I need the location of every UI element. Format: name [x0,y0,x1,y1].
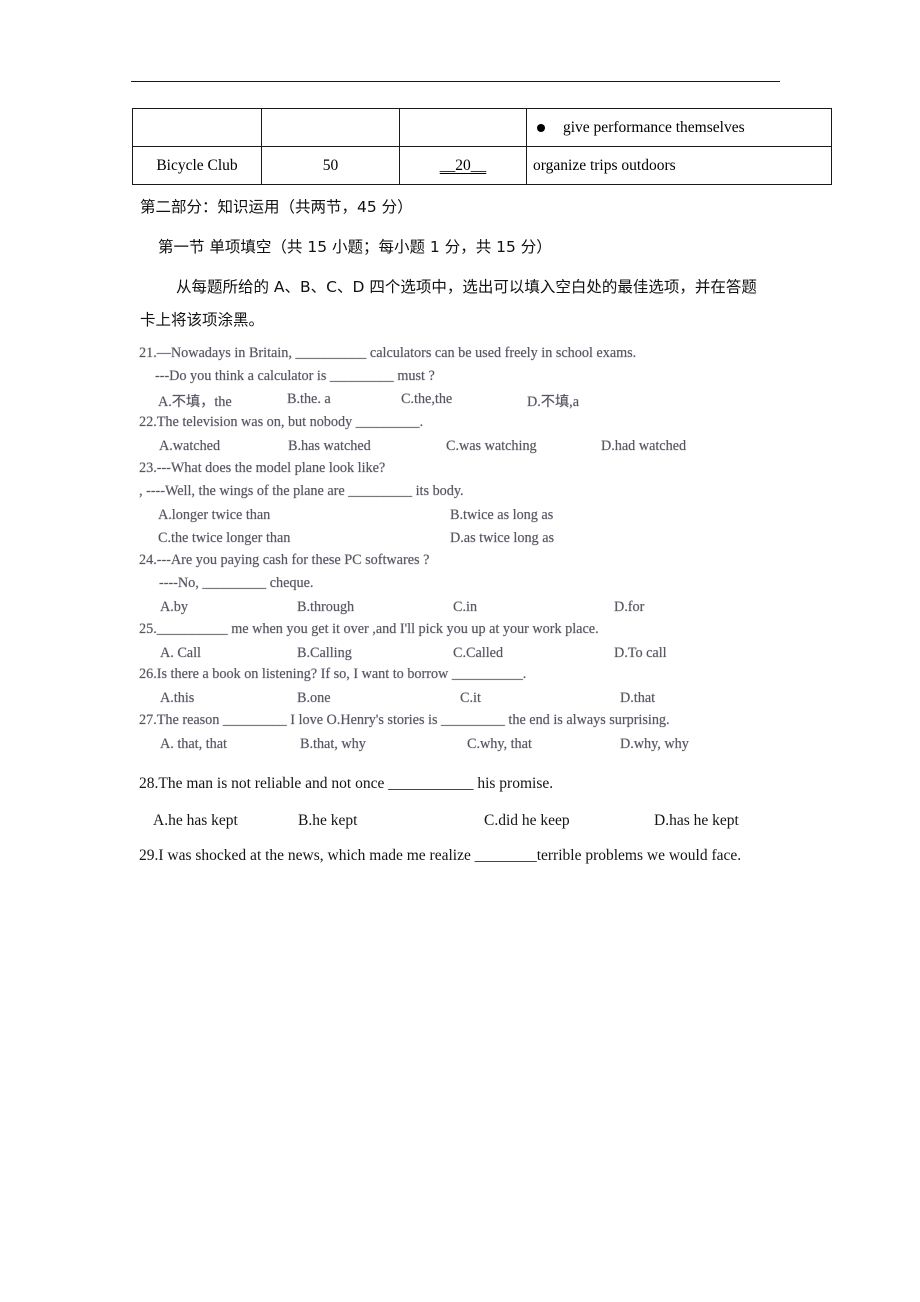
cell-activity: organize trips outdoors [526,146,832,185]
fee-blank-value: __20__ [439,156,487,174]
bullet-icon [537,123,545,132]
table-row: give performance themselves [132,108,832,147]
question-23-option-c[interactable]: C.the twice longer than [158,530,290,547]
question-22-option-b[interactable]: B.has watched [288,438,371,455]
cell-members [261,108,400,147]
question-21-stem-line-1: 21.—Nowadays in Britain, __________ calc… [139,345,637,361]
question-26-option-d[interactable]: D.that [620,690,655,707]
question-21-option-a[interactable]: A.不填，the [158,391,232,411]
question-28-stem-line-1: 28.The man is not reliable and not once … [139,775,554,792]
cell-activity-text: give performance themselves [563,118,745,136]
question-24-stem-line-1: 24.---Are you paying cash for these PC s… [139,552,430,568]
question-21-stem-line-2: ---Do you think a calculator is ________… [155,368,435,384]
header-rule [131,81,780,82]
question-26-stem-line-1: 26.Is there a book on listening? If so, … [139,666,527,682]
question-22-stem-line-1: 22.The television was on, but nobody ___… [139,414,424,430]
question-27-option-a[interactable]: A. that, that [160,736,227,753]
question-27-stem-line-1: 27.The reason _________ I love O.Henry's… [139,712,670,728]
question-21-option-b[interactable]: B.the. a [287,391,331,408]
question-21-option-d[interactable]: D.不填,a [527,391,579,411]
question-23-option-d[interactable]: D.as twice long as [450,530,554,547]
question-23-option-b[interactable]: B.twice as long as [450,507,553,524]
question-24-option-b[interactable]: B.through [297,599,354,616]
question-21-option-c[interactable]: C.the,the [401,391,452,408]
question-23-stem-line-2: , ----Well, the wings of the plane are _… [139,483,464,499]
question-26-option-b[interactable]: B.one [297,690,331,707]
question-28-option-d[interactable]: D.has he kept [654,812,739,830]
instruction-line-2: 卡上将该项涂黑。 [140,311,265,329]
instruction-line-1: 从每题所给的 A、B、C、D 四个选项中，选出可以填入空白处的最佳选项，并在答题 [176,278,757,296]
question-24-stem-line-2: ----No, _________ cheque. [159,575,314,591]
part-two-heading: 第二部分：知识运用（共两节，45 分） [140,198,413,216]
question-24-option-a[interactable]: A.by [160,599,188,616]
question-27-option-c[interactable]: C.why, that [467,736,532,753]
question-25-stem-line-1: 25.__________ me when you get it over ,a… [139,621,599,637]
question-26-option-a[interactable]: A.this [160,690,194,707]
question-24-option-d[interactable]: D.for [614,599,644,616]
question-25-option-c[interactable]: C.Called [453,645,503,662]
question-28-option-b[interactable]: B.he kept [298,812,357,830]
question-22-option-c[interactable]: C.was watching [446,438,537,455]
question-27-option-b[interactable]: B.that, why [300,736,366,753]
clubs-table: give performance themselves Bicycle Club… [132,108,832,185]
question-22-option-d[interactable]: D.had watched [601,438,686,455]
question-23-stem-line-1: 23.---What does the model plane look lik… [139,460,386,476]
question-24-option-c[interactable]: C.in [453,599,477,616]
question-25-option-d[interactable]: D.To call [614,645,667,662]
question-23-option-a[interactable]: A.longer twice than [158,507,270,524]
question-26-option-c[interactable]: C.it [460,690,481,707]
cell-members: 50 [261,146,400,185]
question-29-stem-line-1: 29.I was shocked at the news, which made… [139,847,742,864]
question-25-option-a[interactable]: A. Call [160,645,201,662]
question-22-option-a[interactable]: A.watched [159,438,220,455]
question-25-option-b[interactable]: B.Calling [297,645,352,662]
table-row: Bicycle Club 50 __20__ organize trips ou… [132,146,832,185]
question-27-option-d[interactable]: D.why, why [620,736,689,753]
cell-club-name: Bicycle Club [132,146,262,185]
cell-club-name [132,108,262,147]
cell-fee [399,108,527,147]
cell-activity: give performance themselves [526,108,832,147]
section-one-heading: 第一节 单项填空（共 15 小题；每小题 1 分，共 15 分） [158,238,552,256]
question-28-option-a[interactable]: A.he has kept [153,812,238,830]
cell-fee: __20__ [399,146,527,185]
question-28-option-c[interactable]: C.did he keep [484,812,570,830]
document-page: give performance themselves Bicycle Club… [0,0,920,1302]
